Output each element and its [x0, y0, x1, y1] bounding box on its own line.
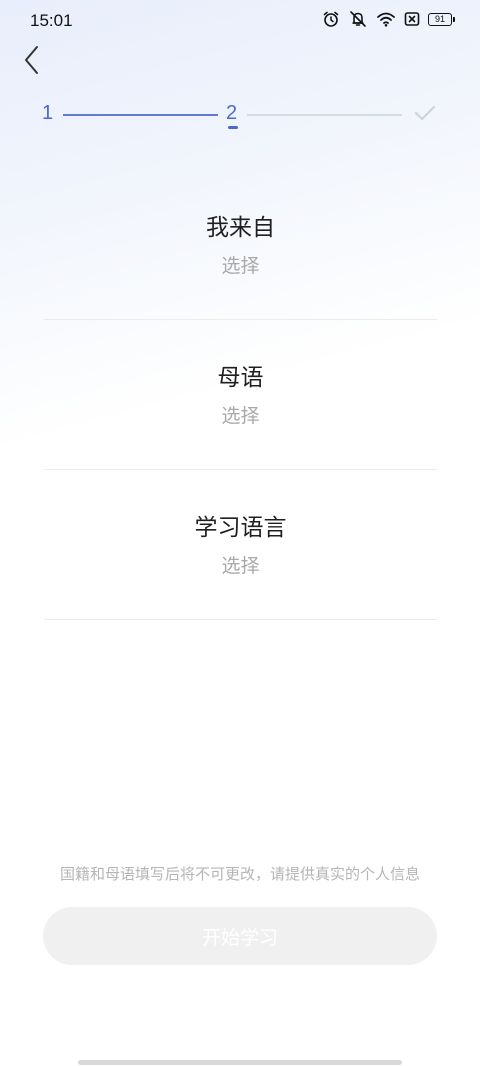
country-of-origin-title: 我来自 [206, 215, 275, 241]
status-time: 15:01 [30, 11, 73, 30]
check-icon [414, 104, 436, 126]
country-of-origin-value: 选择 [221, 255, 260, 277]
alarm-icon [322, 10, 340, 28]
step-connector-completed [63, 114, 218, 116]
notice-text: 国籍和母语填写后将不可更改，请提供真实的个人信息 [59, 865, 420, 883]
back-chevron-icon [22, 45, 42, 79]
step-1-label: 1 [42, 102, 54, 124]
home-indicator [78, 1060, 402, 1065]
step-2-label: 2 [226, 102, 238, 124]
start-learning-button[interactable]: 开始学习 [43, 907, 437, 965]
native-language-selector[interactable]: 母语 选择 [44, 320, 437, 470]
current-step-indicator [228, 126, 238, 129]
native-language-value: 选择 [221, 405, 260, 427]
status-bar: 15:01 91 [0, 0, 480, 40]
progress-stepper: 1 2 [0, 96, 480, 136]
learning-language-title: 学习语言 [194, 515, 287, 541]
back-button[interactable] [14, 44, 50, 80]
native-language-title: 母语 [217, 365, 264, 391]
sim-none-icon [404, 11, 420, 27]
learning-language-selector[interactable]: 学习语言 选择 [44, 470, 437, 620]
mute-icon [348, 10, 368, 28]
status-icons: 91 [322, 10, 455, 28]
learning-language-value: 选择 [221, 555, 260, 577]
step-connector-pending [247, 114, 402, 116]
country-of-origin-selector[interactable]: 我来自 选择 [44, 170, 437, 320]
wifi-icon [376, 11, 396, 27]
battery-icon: 91 [428, 12, 455, 26]
